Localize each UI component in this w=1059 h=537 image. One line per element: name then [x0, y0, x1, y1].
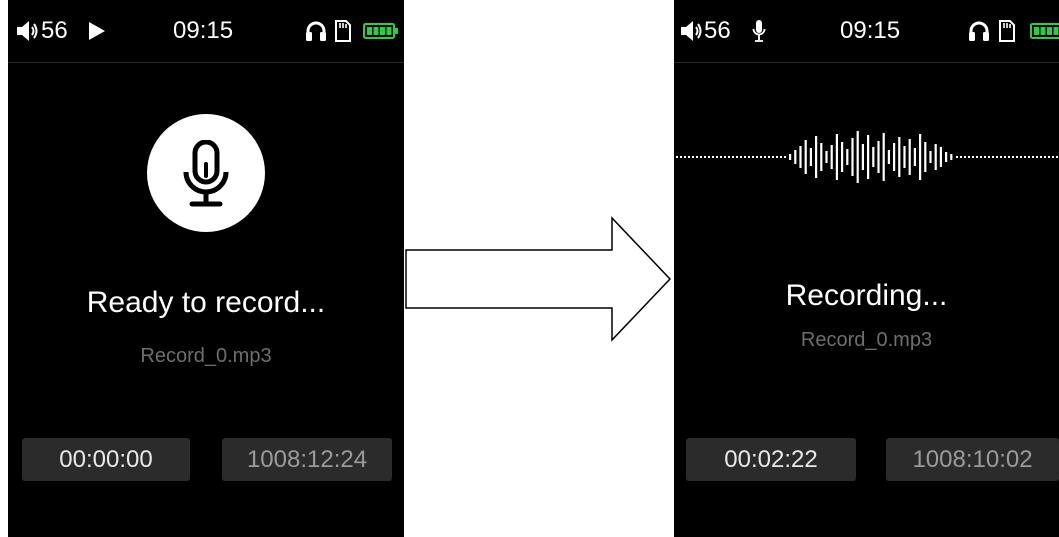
headphones-icon	[969, 21, 989, 41]
screen-ready: 56 09:15 Ready to record... Record_0.mp3…	[8, 0, 404, 537]
sd-card-icon	[999, 20, 1015, 42]
waveform-baseline-left	[676, 156, 786, 158]
elapsed-time: 00:00:00	[22, 438, 190, 481]
waveform-baseline-right	[956, 156, 1058, 158]
play-icon	[89, 22, 105, 40]
status-divider	[674, 62, 1059, 63]
status-title: Ready to record...	[86, 286, 326, 319]
waveform-icon	[676, 131, 1058, 183]
clock: 09:15	[173, 17, 234, 44]
status-bar: 56 09:15	[674, 0, 1059, 62]
volume-level: 56	[41, 17, 68, 44]
headphones-icon	[306, 21, 326, 41]
screen-recording: 56 09:15 Recording... Record_0.mp3 00:02…	[674, 0, 1059, 537]
arrow-right-icon	[405, 216, 672, 342]
microphone-icon	[752, 20, 766, 42]
battery-icon	[363, 23, 398, 39]
microphone-icon	[183, 140, 229, 207]
status-bar: 56 09:15	[8, 0, 404, 62]
remaining-time: 1008:10:02	[886, 438, 1059, 481]
battery-icon	[1030, 23, 1059, 39]
filename-label: Record_0.mp3	[140, 345, 272, 367]
waveform-bars	[789, 131, 953, 183]
speaker-icon	[17, 21, 38, 41]
clock: 09:15	[840, 17, 901, 44]
record-button[interactable]	[147, 114, 265, 232]
remaining-time: 1008:12:24	[222, 438, 392, 481]
status-title: Recording...	[785, 279, 948, 312]
elapsed-time: 00:02:22	[686, 438, 856, 481]
sd-card-icon	[335, 20, 351, 42]
volume-level: 56	[704, 17, 731, 44]
filename-label: Record_0.mp3	[800, 329, 933, 351]
status-divider	[8, 62, 404, 63]
speaker-icon	[681, 21, 702, 41]
